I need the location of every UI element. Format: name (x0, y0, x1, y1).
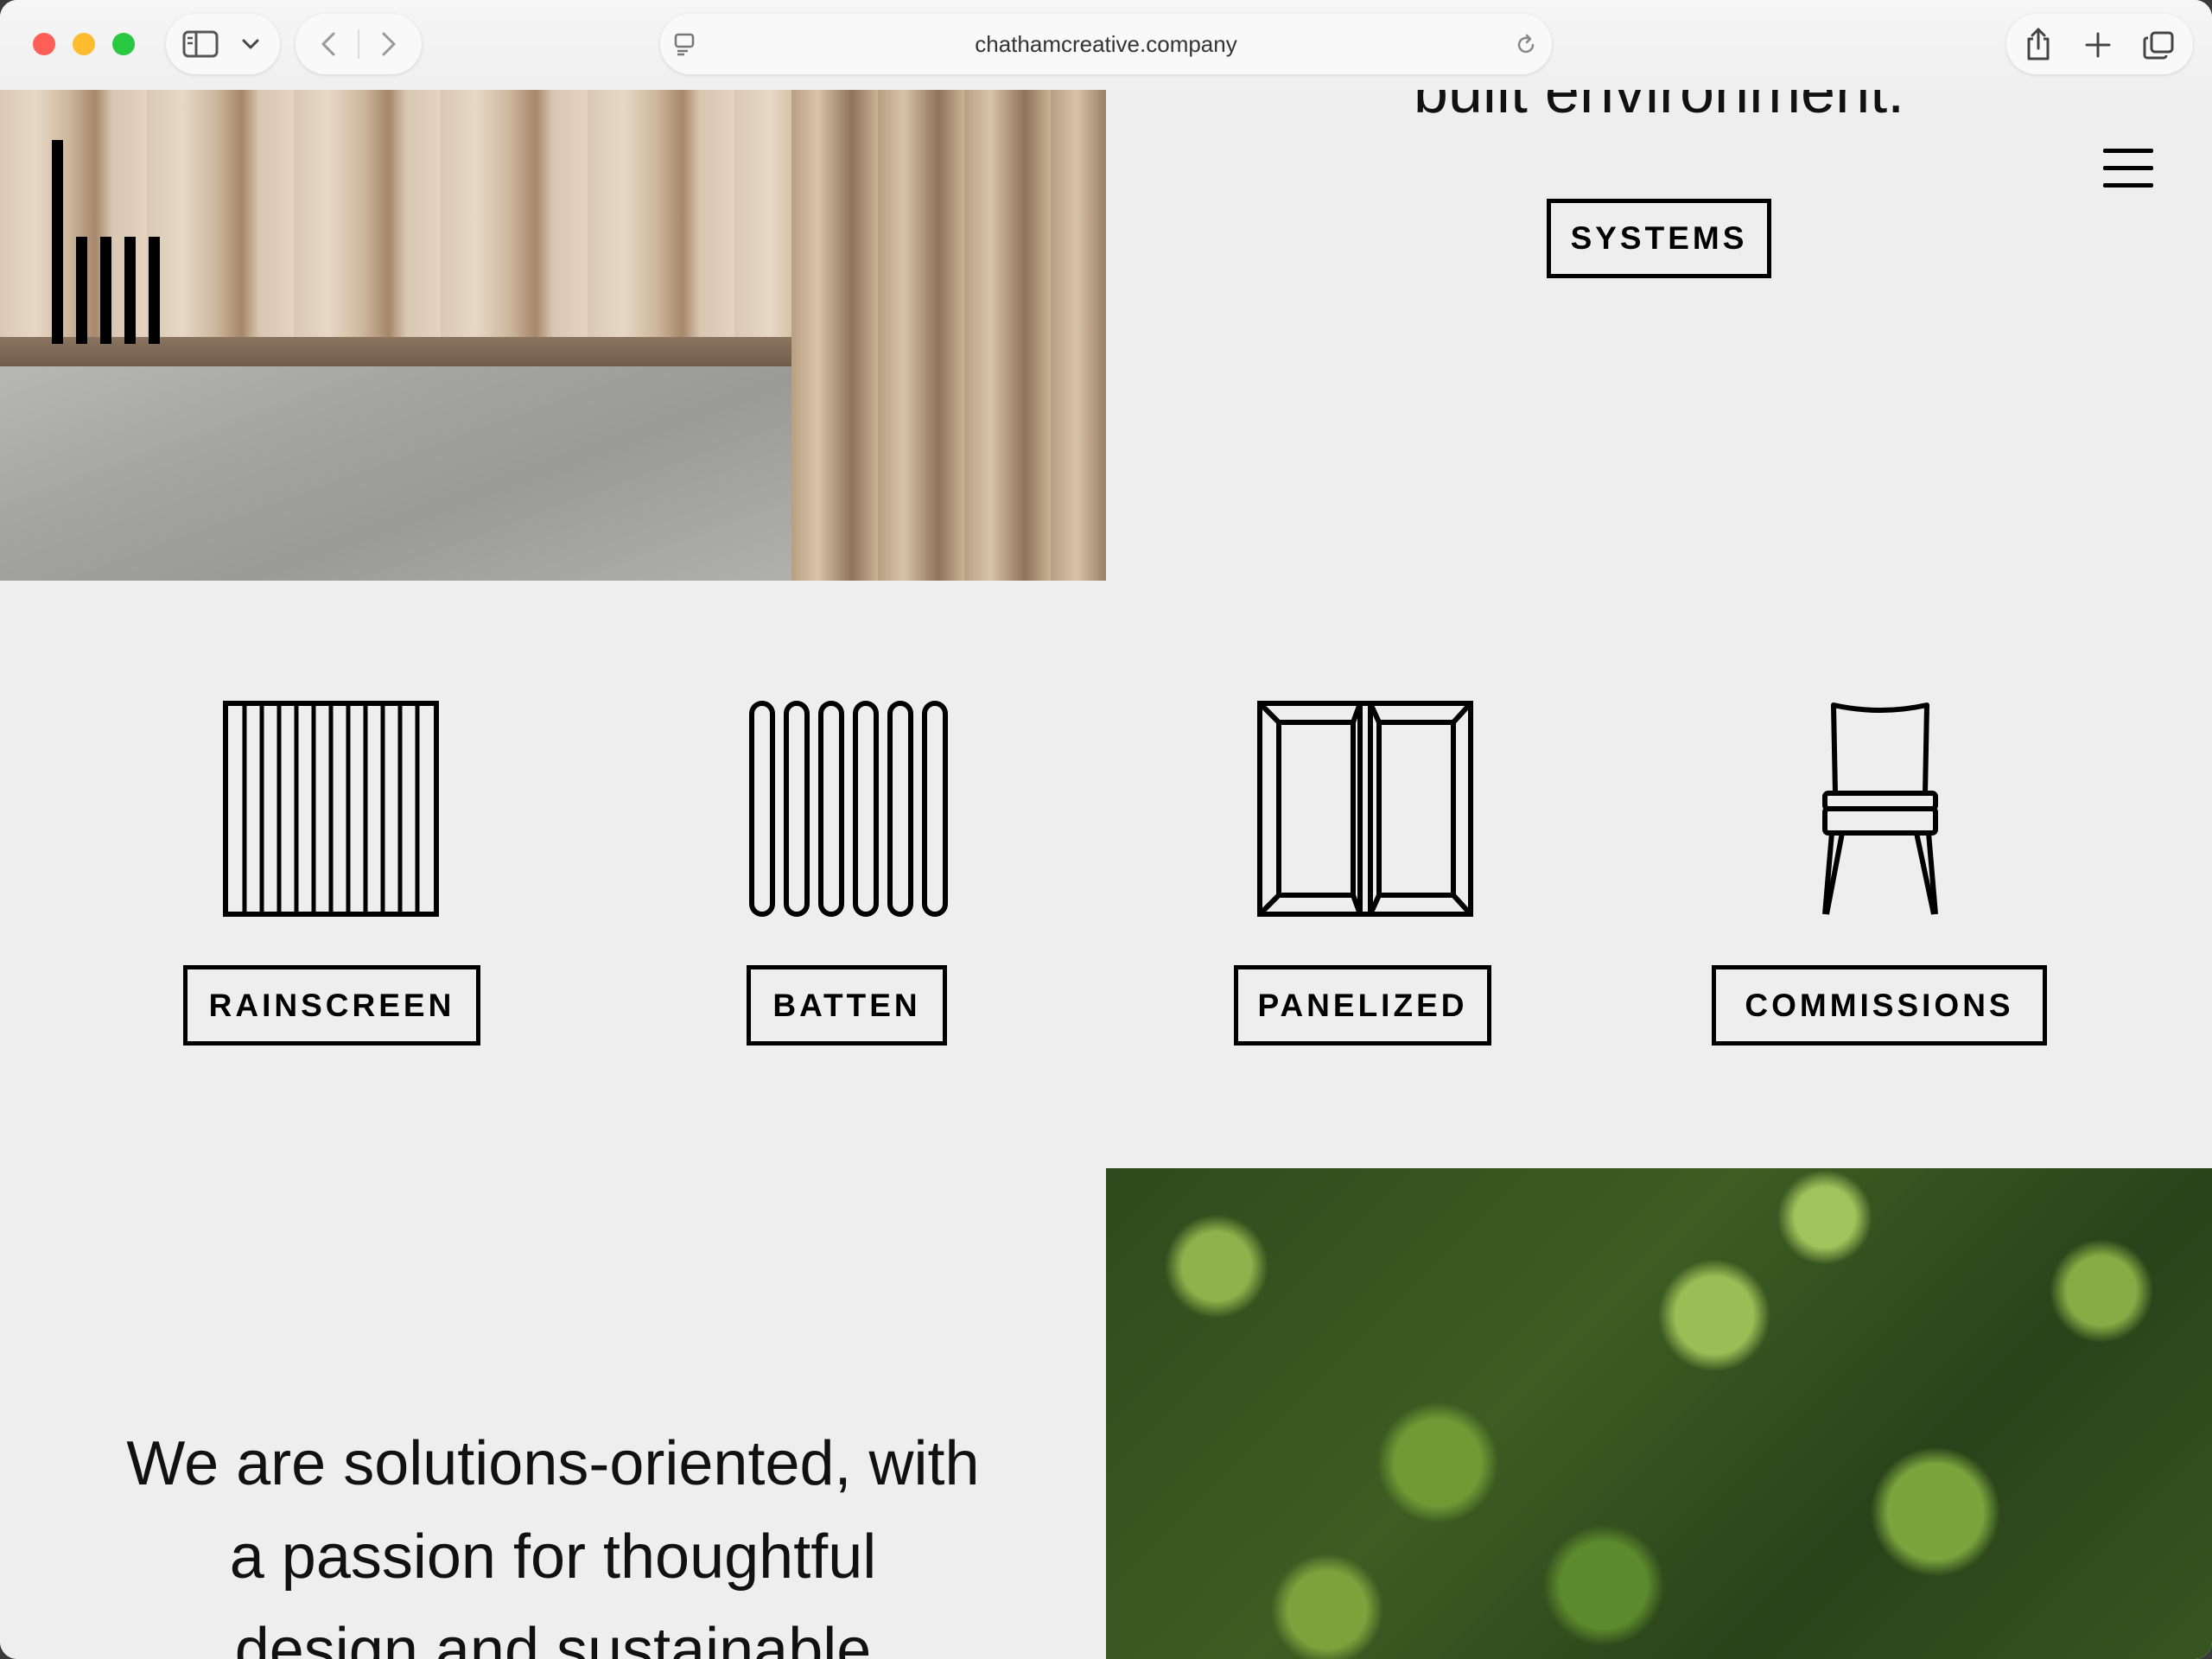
rainscreen-button[interactable]: RAINSCREEN (183, 965, 480, 1046)
address-bar[interactable]: chathamcreative.company (660, 14, 1552, 74)
chair-icon (1822, 702, 1938, 915)
about-line-1: We are solutions-oriented, with (126, 1429, 980, 1498)
site-logo[interactable] (52, 140, 164, 344)
web-page: built environment. SYSTEMS RAINSCREEN BA… (0, 0, 2212, 1659)
systems-button[interactable]: SYSTEMS (1547, 199, 1771, 278)
forward-arrow-icon[interactable] (375, 29, 401, 59)
browser-window: built environment. SYSTEMS RAINSCREEN BA… (0, 0, 2212, 1659)
toolbar-actions-group (2006, 14, 2193, 74)
sidebar-toggle-group (166, 14, 280, 74)
tab-overview-icon[interactable] (2141, 29, 2176, 60)
hero-headline: built environment. (1106, 90, 2212, 142)
about-statement: We are solutions-oriented, with a passio… (52, 1417, 1054, 1659)
hamburger-menu-icon[interactable] (2103, 149, 2153, 188)
marble-counter (0, 366, 791, 581)
sidebar-icon[interactable] (181, 29, 219, 59)
close-window-button[interactable] (33, 33, 55, 55)
panelized-button[interactable]: PANELIZED (1234, 965, 1491, 1046)
rainscreen-icon (223, 701, 439, 917)
batten-button[interactable]: BATTEN (747, 965, 947, 1046)
commissions-button[interactable]: COMMISSIONS (1712, 965, 2047, 1046)
about-line-2: a passion for thoughtful (229, 1522, 877, 1592)
wood-panel-image (791, 90, 1106, 581)
about-line-3: design and sustainable (234, 1616, 872, 1659)
back-arrow-icon[interactable] (316, 29, 342, 59)
chevron-down-icon[interactable] (240, 35, 261, 54)
new-tab-plus-icon[interactable] (2084, 31, 2112, 59)
panelized-icon (1257, 701, 1473, 917)
nav-divider (358, 29, 359, 59)
forest-aerial-image (1106, 1168, 2212, 1659)
zoom-window-button[interactable] (112, 33, 135, 55)
minimize-window-button[interactable] (73, 33, 95, 55)
navigation-group (296, 14, 422, 74)
reload-icon[interactable] (1514, 33, 1538, 57)
batten-icon (749, 701, 948, 917)
hero-image (0, 90, 1106, 581)
browser-toolbar: chathamcreative.company (0, 0, 2212, 90)
url-text: chathamcreative.company (975, 31, 1237, 57)
share-icon[interactable] (2024, 26, 2053, 62)
hero-headline-text: built environment. (1413, 90, 1905, 126)
